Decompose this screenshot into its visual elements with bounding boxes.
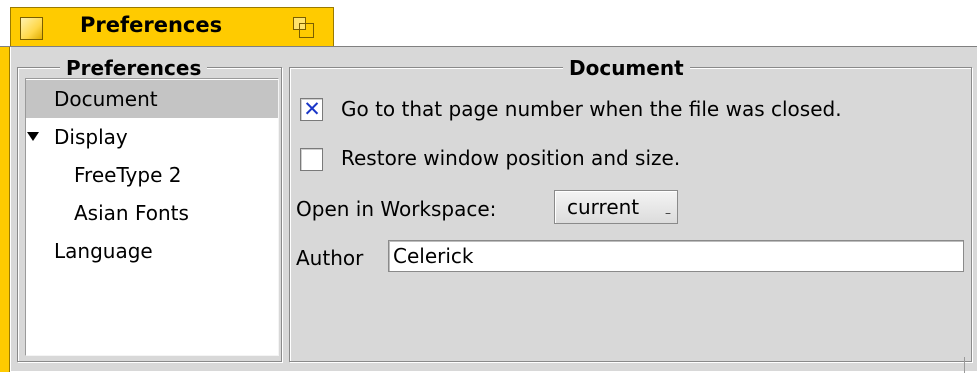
sidebar-item-label: FreeType 2: [74, 163, 182, 187]
sidebar-item-language[interactable]: Language: [26, 232, 278, 270]
sidebar-item-label: Display: [54, 125, 128, 149]
window-frame-border[interactable]: [0, 47, 10, 372]
document-group-title: Document: [563, 57, 690, 79]
sidebar-item-freetype2[interactable]: FreeType 2: [26, 156, 278, 194]
goto-page-label[interactable]: Go to that page number when the file was…: [341, 97, 842, 121]
checkmark-x-icon: ✕: [303, 97, 321, 121]
zoom-box-icon[interactable]: [293, 17, 315, 39]
workspace-label: Open in Workspace:: [296, 197, 497, 221]
window-title-tab[interactable]: Preferences: [10, 7, 334, 47]
window-content: Preferences Document Display FreeType 2 …: [10, 47, 977, 373]
preferences-group: Preferences Document Display FreeType 2 …: [17, 57, 282, 362]
sidebar-item-label: Language: [54, 239, 153, 263]
close-box-icon[interactable]: [20, 17, 43, 40]
sidebar-item-asian-fonts[interactable]: Asian Fonts: [26, 194, 278, 232]
author-label: Author: [296, 246, 364, 270]
preferences-list[interactable]: Document Display FreeType 2 Asian Fonts …: [25, 78, 279, 356]
author-field[interactable]: Celerick: [388, 240, 964, 272]
sidebar-item-display[interactable]: Display: [26, 118, 278, 156]
restore-window-checkbox[interactable]: [300, 148, 323, 171]
sidebar-item-document[interactable]: Document: [26, 80, 278, 118]
sidebar-item-label: Document: [54, 87, 158, 111]
workspace-popup-menu[interactable]: current –: [554, 190, 678, 224]
popup-arrow-icon: –: [665, 206, 671, 220]
preferences-group-title: Preferences: [60, 57, 208, 79]
expand-triangle-icon[interactable]: [27, 132, 39, 141]
workspace-popup-value: current: [567, 195, 640, 219]
goto-page-checkbox[interactable]: ✕: [300, 97, 323, 121]
window-title: Preferences: [80, 13, 223, 37]
preferences-window: Preferences Document Display FreeType 2 …: [0, 46, 977, 373]
document-group: Document ✕ Go to that page number when t…: [289, 57, 972, 362]
sidebar-item-label: Asian Fonts: [74, 201, 189, 225]
restore-window-label[interactable]: Restore window position and size.: [341, 146, 680, 170]
